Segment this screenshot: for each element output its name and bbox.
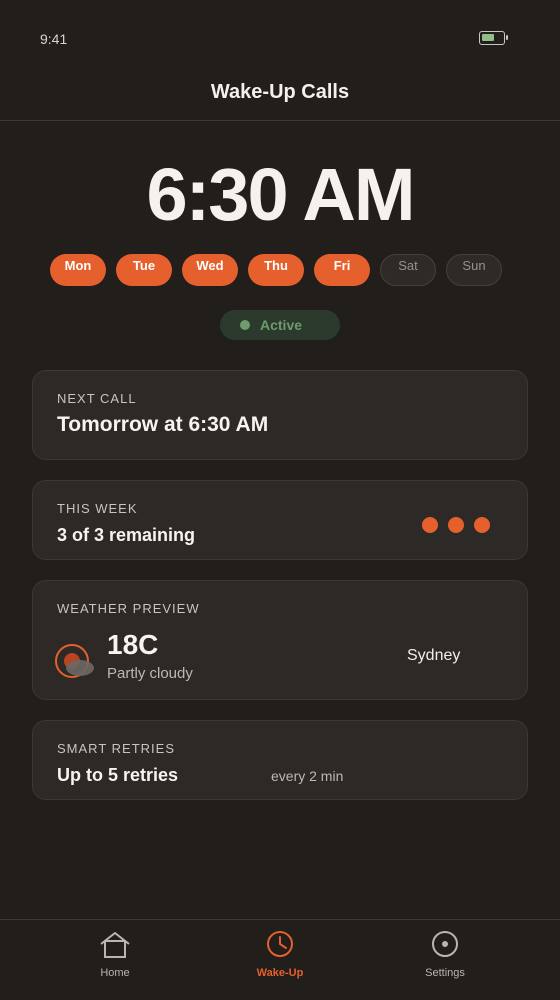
this-week-label: THIS WEEK bbox=[57, 501, 138, 516]
remaining-dot bbox=[422, 517, 438, 533]
active-status-label: Active bbox=[260, 317, 303, 333]
active-dot-icon bbox=[240, 320, 250, 330]
weather-preview-label: WEATHER PREVIEW bbox=[57, 601, 200, 616]
retry-interval: every 2 min bbox=[271, 768, 344, 784]
smart-retries-card[interactable]: SMART RETRIES Up to 5 retries every 2 mi… bbox=[32, 720, 528, 800]
day-toggle-sun[interactable]: Sun bbox=[446, 254, 502, 286]
tab-home-label: Home bbox=[100, 967, 130, 979]
active-status-toggle[interactable]: Active bbox=[220, 310, 340, 340]
weather-condition: Partly cloudy bbox=[107, 665, 193, 682]
day-toggle-wed[interactable]: Wed bbox=[182, 254, 238, 286]
alarm-time[interactable]: 6:30 AM bbox=[0, 155, 560, 235]
settings-icon bbox=[432, 931, 458, 957]
tab-settings[interactable]: Settings bbox=[395, 920, 495, 1000]
partly-cloudy-icon bbox=[55, 644, 94, 678]
tab-home[interactable]: Home bbox=[65, 920, 165, 1000]
status-bar: 9:41 bbox=[0, 0, 560, 70]
weather-temperature: 18C bbox=[107, 629, 159, 660]
smart-retries-label: SMART RETRIES bbox=[57, 741, 175, 756]
weather-city: Sydney bbox=[407, 647, 461, 664]
smart-retries-value: Up to 5 retries bbox=[57, 765, 179, 785]
next-call-card[interactable]: NEXT CALL Tomorrow at 6:30 AM bbox=[32, 370, 528, 460]
day-toggle-sat[interactable]: Sat bbox=[380, 254, 436, 286]
status-time: 9:41 bbox=[40, 31, 68, 47]
remaining-dot bbox=[448, 517, 464, 533]
remaining-dot bbox=[474, 517, 490, 533]
tab-settings-label: Settings bbox=[425, 967, 465, 979]
tab-wake-up[interactable]: Wake-Up bbox=[230, 920, 330, 1000]
this-week-value: 3 of 3 remaining bbox=[57, 525, 196, 545]
battery-icon bbox=[479, 31, 508, 45]
day-toggle-tue[interactable]: Tue bbox=[116, 254, 172, 286]
day-toggle-thu[interactable]: Thu bbox=[248, 254, 304, 286]
day-toggle-mon[interactable]: Mon bbox=[50, 254, 106, 286]
tab-wake-up-label: Wake-Up bbox=[256, 967, 304, 979]
next-call-label: NEXT CALL bbox=[57, 391, 137, 406]
weather-preview-card[interactable]: WEATHER PREVIEW 18C Partly cloudy Sydney bbox=[32, 580, 528, 700]
home-icon bbox=[100, 932, 130, 958]
battery-level-fill bbox=[482, 34, 494, 41]
this-week-card[interactable]: THIS WEEK 3 of 3 remaining bbox=[32, 480, 528, 560]
tab-bar: Home Wake-Up Settings bbox=[0, 919, 560, 1000]
day-toggle-fri[interactable]: Fri bbox=[314, 254, 370, 286]
next-call-value: Tomorrow at 6:30 AM bbox=[57, 413, 269, 436]
header: Wake-Up Calls bbox=[0, 70, 560, 121]
clock-icon bbox=[267, 931, 293, 957]
page-title: Wake-Up Calls bbox=[210, 81, 350, 103]
